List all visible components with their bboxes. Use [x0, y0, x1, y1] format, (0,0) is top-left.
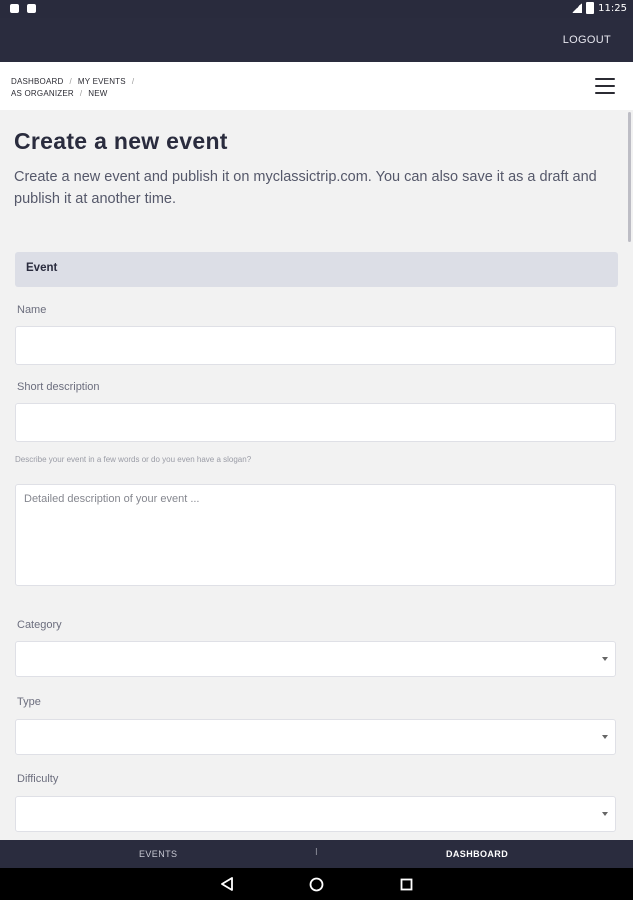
bottom-tab-bar: EVENTS I DASHBOARD [0, 840, 633, 868]
scroll-indicator[interactable] [628, 112, 631, 242]
back-triangle-icon[interactable] [220, 877, 234, 896]
breadcrumb-as-organizer[interactable]: AS ORGANIZER [11, 89, 74, 98]
category-label: Category [17, 619, 62, 631]
system-nav-bar [0, 868, 633, 900]
notification-icon [10, 4, 19, 13]
type-label: Type [17, 696, 41, 708]
breadcrumb-separator: / [69, 77, 72, 86]
category-select[interactable] [15, 641, 616, 677]
tab-events[interactable]: EVENTS [139, 849, 177, 859]
app-header: LOGOUT [0, 18, 633, 62]
short-description-hint: Describe your event in a few words or do… [15, 455, 252, 464]
breadcrumb-bar: DASHBOARD / MY EVENTS / AS ORGANIZER / NEW [0, 62, 633, 110]
page-title: Create a new event [14, 128, 228, 154]
home-circle-icon[interactable] [309, 877, 324, 892]
battery-icon [586, 2, 595, 14]
difficulty-label: Difficulty [17, 773, 59, 785]
section-header-event: Event [15, 252, 618, 287]
name-input[interactable] [15, 326, 616, 365]
short-description-input[interactable] [15, 403, 616, 442]
main-content: Create a new event Create a new event an… [0, 110, 633, 840]
detailed-description-textarea[interactable] [15, 484, 616, 586]
type-select[interactable] [15, 719, 616, 755]
short-description-label: Short description [17, 381, 100, 393]
hamburger-menu-icon[interactable] [595, 78, 615, 94]
breadcrumb-separator: / [131, 77, 135, 86]
chevron-down-icon [602, 812, 608, 816]
signal-icon [572, 3, 583, 13]
tab-dashboard[interactable]: DASHBOARD [446, 849, 508, 859]
chevron-down-icon [602, 657, 608, 661]
breadcrumb-dashboard[interactable]: DASHBOARD [11, 77, 63, 86]
status-bar: 11:25 [0, 0, 633, 18]
notification-icon [27, 4, 36, 13]
name-label: Name [17, 304, 47, 316]
difficulty-select[interactable] [15, 796, 616, 832]
recent-apps-square-icon[interactable] [400, 878, 413, 891]
status-right: 11:25 [572, 2, 627, 14]
breadcrumb-separator: / [79, 89, 83, 98]
chevron-down-icon [602, 735, 608, 739]
status-time: 11:25 [598, 2, 627, 14]
notification-icons [10, 4, 36, 13]
breadcrumb: DASHBOARD / MY EVENTS / AS ORGANIZER / NEW [11, 76, 140, 100]
tab-separator: I [315, 847, 319, 858]
page-intro: Create a new event and publish it on myc… [14, 169, 597, 207]
breadcrumb-current: NEW [88, 89, 108, 98]
section-title: Event [26, 262, 58, 274]
logout-button[interactable]: LOGOUT [563, 34, 611, 46]
breadcrumb-my-events[interactable]: MY EVENTS [78, 77, 126, 86]
